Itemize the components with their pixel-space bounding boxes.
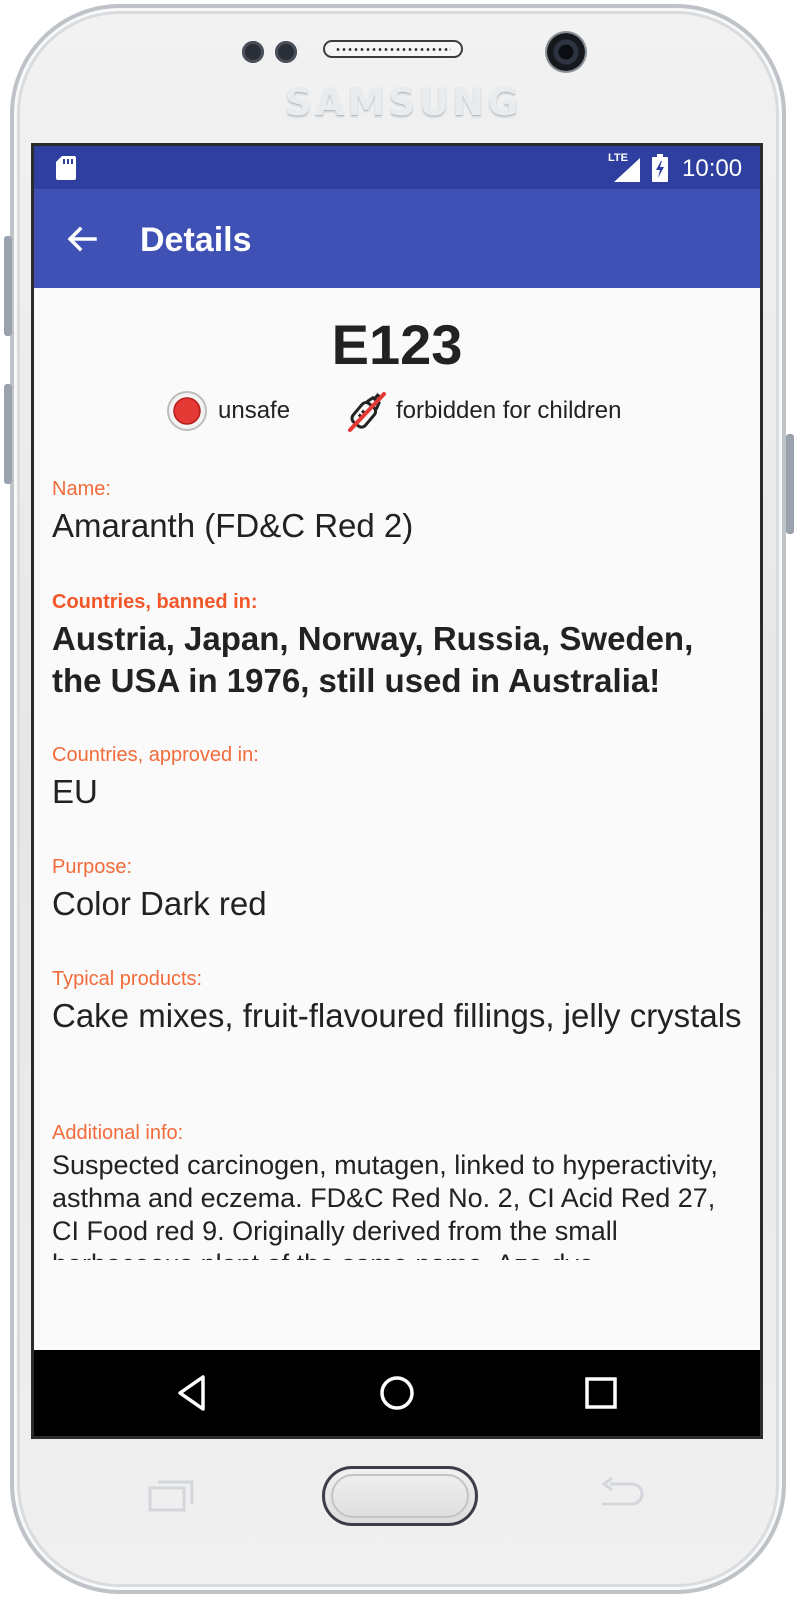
light-sensor — [275, 41, 297, 63]
field-label: Name: — [52, 478, 111, 500]
details-content[interactable]: E123 unsafe forbidden for children Name:… — [34, 288, 760, 1260]
proximity-sensor — [242, 41, 264, 63]
page-title: Details — [140, 221, 252, 259]
square-recents-icon[interactable] — [578, 1370, 624, 1416]
field-additional: Additional info: Suspected carcinogen, m… — [52, 1122, 742, 1260]
signal-icon — [614, 158, 640, 182]
field-approved: Countries, approved in: EU — [52, 744, 742, 813]
field-label: Typical products: — [52, 968, 203, 990]
status-bar: LTE 10:00 — [34, 146, 760, 189]
field-value: Suspected carcinogen, mutagen, linked to… — [52, 1150, 718, 1260]
triangle-back-icon[interactable] — [170, 1370, 216, 1416]
system-nav-bar — [34, 1350, 760, 1436]
field-label: Additional info: — [52, 1122, 184, 1144]
back-key-icon[interactable] — [598, 1476, 646, 1514]
field-products: Typical products: Cake mixes, fruit-flav… — [52, 968, 742, 1037]
sd-card-icon — [56, 156, 76, 180]
recent-apps-key-icon[interactable] — [148, 1478, 194, 1512]
red-dot-icon — [167, 391, 207, 431]
screen: LTE 10:00 Details E123 unsafe forbidden … — [31, 143, 763, 1439]
field-banned: Countries, banned in: Austria, Japan, No… — [52, 591, 742, 702]
field-value: Austria, Japan, Norway, Russia, Sweden, … — [52, 620, 694, 699]
arrow-back-icon[interactable] — [62, 219, 102, 259]
field-value: Cake mixes, fruit-flavoured fillings, je… — [52, 997, 742, 1034]
no-baby-bottle-icon — [348, 392, 386, 432]
field-label: Purpose: — [52, 856, 133, 878]
children-label: forbidden for children — [396, 397, 622, 424]
app-bar: Details — [34, 189, 760, 288]
earpiece-speaker — [323, 40, 463, 58]
volume-down-key — [4, 384, 12, 484]
circle-home-icon[interactable] — [374, 1370, 420, 1416]
volume-up-key — [4, 236, 12, 336]
field-value: EU — [52, 773, 98, 810]
safety-label: unsafe — [218, 397, 291, 424]
additive-code: E123 — [331, 313, 463, 376]
power-key — [786, 434, 794, 534]
field-name: Name: Amaranth (FD&C Red 2) — [52, 478, 742, 547]
device-brand: SAMSUNG — [284, 80, 522, 124]
home-key[interactable] — [322, 1466, 478, 1526]
status-time: 10:00 — [682, 155, 743, 182]
additive-tags: unsafe forbidden for children — [166, 388, 726, 434]
field-value: Amaranth (FD&C Red 2) — [52, 507, 414, 544]
field-value: Color Dark red — [52, 885, 267, 922]
battery-icon — [652, 154, 668, 182]
field-label: Countries, approved in: — [52, 744, 259, 766]
field-label: Countries, banned in: — [52, 591, 258, 613]
front-camera — [547, 33, 585, 71]
field-purpose: Purpose: Color Dark red — [52, 856, 742, 925]
